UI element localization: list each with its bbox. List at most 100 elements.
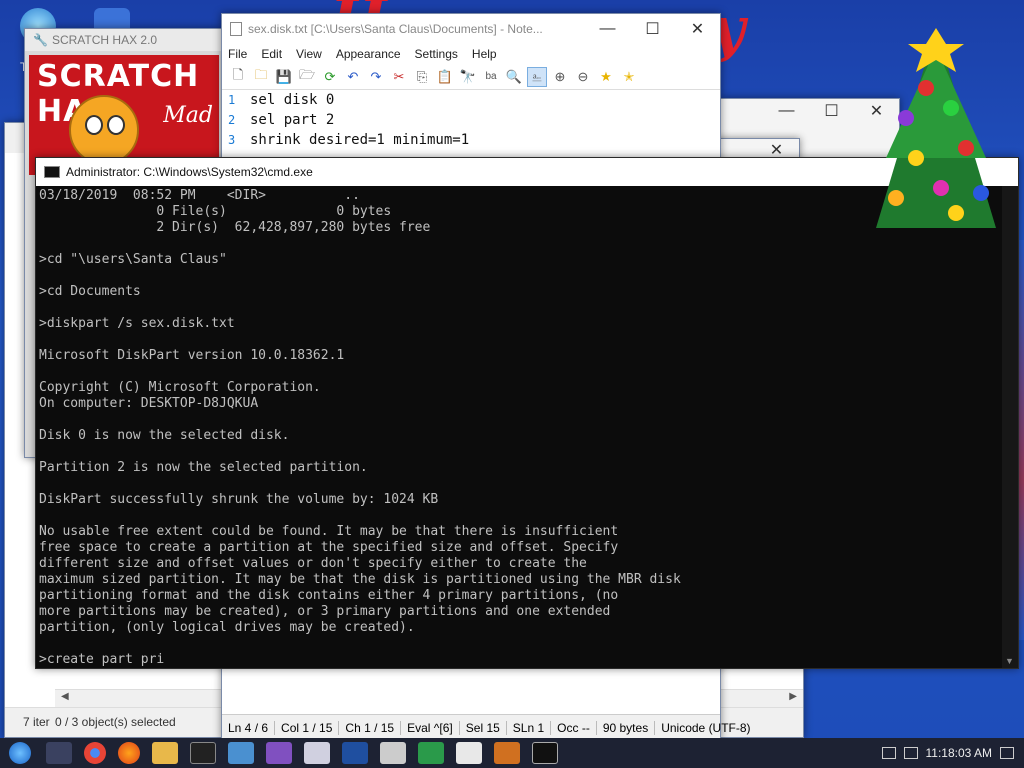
console-line: >cd "\users\Santa Claus" <box>39 252 227 267</box>
notepad-toolbar: 🗋 🗀 💾 🗁 ⟳ ↶ ↷ ✂ ⎘ 📋 🔭 ba 🔍 ⎁ ⊕ ⊖ ★ ✭ <box>222 64 720 90</box>
redo-icon[interactable]: ↷ <box>366 67 386 87</box>
notepad-status-bar: Ln 4 / 6 Col 1 / 15 Ch 1 / 15 Eval ^[6] … <box>222 714 751 740</box>
console-line: >diskpart /s sex.disk.txt <box>39 316 235 331</box>
console-line: more partitions may be created), or 3 pr… <box>39 604 611 619</box>
copy-icon[interactable]: ⎘ <box>412 67 432 87</box>
open-folder-icon[interactable]: 🗀 <box>251 67 271 87</box>
console-line: No usable free extent could be found. It… <box>39 524 619 539</box>
scratch-window-title: SCRATCH HAX 2.0 <box>51 33 158 47</box>
menu-help[interactable]: Help <box>472 47 497 61</box>
taskbar: 11:18:03 AM <box>0 738 1024 768</box>
network-icon[interactable] <box>881 747 896 759</box>
maximize-icon[interactable]: ☐ <box>809 96 854 126</box>
chrome-icon[interactable] <box>84 742 106 764</box>
zoom-out-icon[interactable]: ⊖ <box>573 67 593 87</box>
start-button[interactable] <box>0 738 40 768</box>
maximize-icon[interactable]: ☐ <box>630 14 675 44</box>
notepad-menubar: File Edit View Appearance Settings Help <box>222 44 720 64</box>
app-icon[interactable] <box>304 742 330 764</box>
find-in-files-icon[interactable]: 🔍 <box>504 67 524 87</box>
favorites-icon[interactable]: ★ <box>596 67 616 87</box>
task-view-icon[interactable] <box>46 742 72 764</box>
cmd-title: Administrator: C:\Windows\System32\cmd.e… <box>66 165 313 179</box>
cmd-console-output[interactable]: 03/18/2019 08:52 PM <DIR> .. 0 File(s) 0… <box>36 186 1002 668</box>
status-selected-lines: SLn 1 <box>507 720 552 735</box>
scratch-banner-side-text: Mad <box>163 103 213 128</box>
explorer-selection-status: 0 / 3 object(s) selected <box>55 715 176 729</box>
notepad-taskbar-icon[interactable] <box>456 742 482 764</box>
close-icon[interactable]: ✕ <box>675 14 720 44</box>
app-icon[interactable] <box>418 742 444 764</box>
console-line: Copyright (C) Microsoft Corporation. <box>39 380 321 395</box>
save-icon[interactable]: 💾 <box>274 67 294 87</box>
volume-icon[interactable] <box>903 747 918 759</box>
status-encoding[interactable]: Unicode (UTF-8) <box>655 721 756 735</box>
replace-icon[interactable]: ba <box>481 67 501 87</box>
console-line: On computer: DESKTOP-D8JQKUA <box>39 396 259 411</box>
app-icon[interactable] <box>266 742 292 764</box>
christmas-tree-icon <box>876 28 996 228</box>
cut-icon[interactable]: ✂ <box>389 67 409 87</box>
reload-icon[interactable]: ⟳ <box>320 67 340 87</box>
status-size: 90 bytes <box>597 720 656 735</box>
app-icon[interactable] <box>380 742 406 764</box>
7zip-icon[interactable] <box>190 742 216 764</box>
console-line: free space to create a partition at the … <box>39 540 619 555</box>
firefox-icon[interactable] <box>118 742 140 764</box>
notepad-editor[interactable]: 1 sel disk 0 2 sel part 2 3 shrink desir… <box>222 90 720 150</box>
line-text: shrink desired=1 minimum=1 <box>250 132 470 148</box>
line-text: sel part 2 <box>250 112 335 128</box>
wrench-icon: 🔧 <box>33 33 48 47</box>
undo-icon[interactable]: ↶ <box>343 67 363 87</box>
cmd-app-icon <box>44 166 60 178</box>
console-line: >create part pri <box>39 652 165 667</box>
scratch-titlebar[interactable]: 🔧 SCRATCH HAX 2.0 <box>25 29 223 51</box>
status-selection: Sel 15 <box>460 720 507 735</box>
line-number: 2 <box>228 113 236 127</box>
cmd-vertical-scrollbar[interactable]: ▼ <box>1002 186 1018 668</box>
notepad-titlebar[interactable]: sex.disk.txt [C:\Users\Santa Claus\Docum… <box>222 14 720 44</box>
save-all-icon[interactable]: 🗁 <box>297 67 317 87</box>
menu-settings[interactable]: Settings <box>415 47 458 61</box>
clock[interactable]: 11:18:03 AM <box>926 746 993 760</box>
minimize-icon[interactable]: — <box>585 14 630 44</box>
scroll-right-icon[interactable]: ▶ <box>789 691 797 702</box>
new-file-icon[interactable]: 🗋 <box>228 67 248 87</box>
console-line: different size and offset values or don'… <box>39 556 587 571</box>
notepad-app-icon <box>230 22 242 36</box>
app-icon[interactable] <box>228 742 254 764</box>
menu-file[interactable]: File <box>228 47 247 61</box>
menu-appearance[interactable]: Appearance <box>336 47 401 61</box>
scroll-down-icon[interactable]: ▼ <box>1005 656 1014 666</box>
editor-line: 3 shrink desired=1 minimum=1 <box>222 130 720 150</box>
add-favorite-icon[interactable]: ✭ <box>619 67 639 87</box>
editor-line: 1 sel disk 0 <box>222 90 720 110</box>
status-occurrences: Occ -- <box>551 720 597 735</box>
menu-view[interactable]: View <box>296 47 322 61</box>
file-explorer-icon[interactable] <box>152 742 178 764</box>
app-icon[interactable] <box>494 742 520 764</box>
minimize-icon[interactable]: — <box>764 96 809 126</box>
zoom-in-icon[interactable]: ⊕ <box>550 67 570 87</box>
console-line: DiskPart successfully shrunk the volume … <box>39 492 439 507</box>
find-icon[interactable]: 🔭 <box>458 67 478 87</box>
system-tray: 11:18:03 AM <box>881 746 1024 760</box>
status-char: Ch 1 / 15 <box>339 720 402 735</box>
notifications-icon[interactable] <box>1000 747 1014 759</box>
console-line: partition, (only logical drives may be c… <box>39 620 415 635</box>
cmd-taskbar-icon[interactable] <box>532 742 558 764</box>
scratch-cat-icon <box>69 95 139 165</box>
powershell-icon[interactable] <box>342 742 368 764</box>
status-line[interactable]: Ln 4 / 6 <box>222 720 276 735</box>
menu-edit[interactable]: Edit <box>261 47 282 61</box>
paste-icon[interactable]: 📋 <box>435 67 455 87</box>
word-wrap-icon[interactable]: ⎁ <box>527 66 547 87</box>
line-number: 3 <box>228 133 236 147</box>
console-line: Microsoft DiskPart version 10.0.18362.1 <box>39 348 345 363</box>
scroll-left-icon[interactable]: ◀ <box>61 691 69 702</box>
